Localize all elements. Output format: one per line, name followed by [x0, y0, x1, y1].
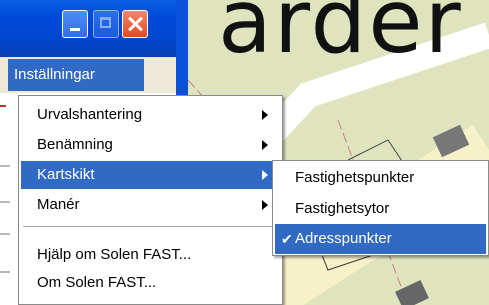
menu-item-kartskikt[interactable]: Kartskikt	[21, 161, 280, 189]
kartskikt-submenu: Fastighetspunkter Fastighetsytor ✔ Adres…	[272, 160, 489, 256]
menu-item-benamning[interactable]: Benämning	[21, 131, 280, 159]
menu-separator	[23, 226, 278, 227]
menu-item-label: Manér	[37, 196, 80, 213]
menu-item-hjalp[interactable]: Hjälp om Solen FAST...	[21, 241, 280, 269]
submenu-item-adresspunkter[interactable]: ✔ Adresspunkter	[275, 224, 486, 254]
menu-installningar[interactable]: Inställningar	[8, 59, 144, 91]
submenu-item-label: Fastighetspunkter	[295, 169, 415, 186]
submenu-item-fastighetspunkter[interactable]: Fastighetspunkter	[275, 163, 486, 193]
menu-item-label: Om Solen FAST...	[37, 274, 157, 291]
menu-item-label: Benämning	[37, 136, 113, 153]
submenu-arrow-icon	[262, 140, 268, 150]
menu-item-label: Urvalshantering	[37, 106, 143, 123]
submenu-item-fastighetsytor[interactable]: Fastighetsytor	[275, 194, 486, 224]
close-icon[interactable]	[122, 10, 148, 38]
menu-item-urvalshantering[interactable]: Urvalshantering	[21, 101, 280, 129]
menu-item-label: Hjälp om Solen FAST...	[37, 246, 192, 263]
maximize-icon	[93, 10, 119, 38]
submenu-arrow-icon	[262, 200, 268, 210]
submenu-arrow-icon	[262, 110, 268, 120]
minimize-icon[interactable]	[62, 10, 88, 38]
title-bar	[0, 0, 188, 57]
menu-item-maner[interactable]: Manér	[21, 191, 280, 219]
installningar-menu: Urvalshantering Benämning Kartskikt Mané…	[18, 95, 283, 305]
menu-item-label: Kartskikt	[37, 166, 95, 183]
submenu-arrow-icon	[262, 170, 268, 180]
submenu-item-label: Adresspunkter	[295, 230, 392, 247]
checkmark-icon: ✔	[281, 231, 293, 247]
submenu-item-label: Fastighetsytor	[295, 200, 390, 217]
menu-item-om[interactable]: Om Solen FAST...	[21, 269, 280, 297]
map-label: arder	[218, 0, 463, 73]
